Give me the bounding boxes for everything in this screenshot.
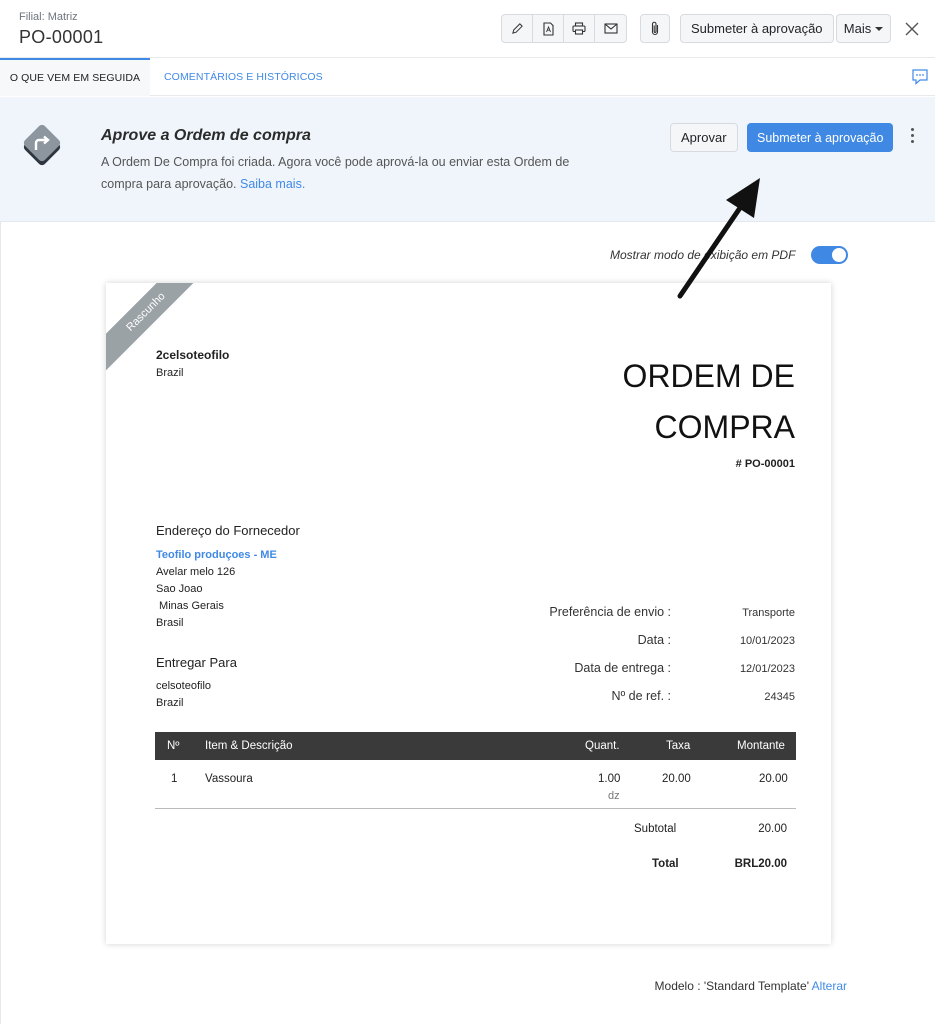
delivery-date-label: Data de entrega : [574,661,671,675]
next-step-banner: Aprove a Ordem de compra A Ordem De Comp… [0,97,935,222]
items-table-header: Nº Item & Descrição Quant. Taxa Montante [155,732,796,760]
attach-button[interactable] [640,14,670,43]
document-title: ORDEM DE COMPRA [555,351,795,453]
row-rate: 20.00 [662,773,691,785]
reference-value: 24345 [764,691,795,703]
deliver-address-line: Brazil [156,697,184,709]
panel-border [0,222,1,1024]
pdf-mode-toggle[interactable] [811,246,848,264]
header: Filial: Matriz PO-00001 Submeter à aprov… [0,0,935,58]
tab-bar: O QUE VEM EM SEGUIDA COMENTÁRIOS E HISTÓ… [0,58,935,96]
col-item-description: Item & Descrição [205,740,293,752]
more-label: Mais [843,21,872,36]
company-country: Brazil [156,367,184,379]
banner-description-text: A Ordem De Compra foi criada. Agora você… [101,155,570,191]
vendor-address-line: Avelar melo 126 [156,566,236,578]
branch-label: Filial: Matriz [19,11,78,23]
total-label: Total [652,858,679,870]
change-template-link[interactable]: Alterar [812,979,847,993]
pdf-button[interactable] [533,15,564,42]
tab-comments-history[interactable]: COMENTÁRIOS E HISTÓRICOS [164,58,323,96]
purchase-order-document: Rascunho 2celsoteofilo Brazil ORDEM DE C… [106,283,831,944]
template-info: Modelo : 'Standard Template' Alterar [655,979,847,993]
close-icon [905,22,919,36]
vendor-address-line: Brasil [156,617,184,629]
toggle-knob [832,248,846,262]
title-line-1: ORDEM DE [622,358,795,394]
title-line-2: COMPRA [654,409,795,445]
pdf-icon [542,21,554,36]
banner-title: Aprove a Ordem de compra [101,127,311,144]
delivery-date-value: 12/01/2023 [739,663,795,675]
row-divider [155,808,796,809]
approve-button[interactable]: Aprovar [670,123,738,152]
close-button[interactable] [901,18,923,40]
tab-next-steps[interactable]: O QUE VEM EM SEGUIDA [0,58,150,96]
email-button[interactable] [595,15,626,42]
edit-icon [511,23,523,34]
deliver-address-line: celsoteofilo [156,680,212,692]
submit-for-approval-button[interactable]: Submeter à aprovação [747,123,894,152]
row-quantity: 1.00 [598,773,621,785]
forward-arrow-icon [23,124,61,166]
document-id: PO-00001 [19,27,104,47]
date-label: Data : [637,633,671,647]
print-icon [572,22,586,35]
learn-more-link[interactable]: Saiba mais. [240,177,305,191]
vendor-heading: Endereço do Fornecedor [156,523,300,538]
row-unit: dz [608,790,620,802]
date-value: 10/01/2023 [739,635,795,647]
deliver-to-heading: Entregar Para [156,655,237,670]
submit-approval-button[interactable]: Submeter à aprovação [680,14,834,43]
banner-description: A Ordem De Compra foi criada. Agora você… [101,151,571,195]
col-quantity: Quant. [585,740,620,752]
email-icon [603,23,618,34]
comment-icon[interactable] [911,68,929,86]
vendor-address-line: Minas Gerais [156,600,224,612]
col-number: Nº [167,740,180,752]
company-name: 2celsoteofilo [156,348,230,362]
reference-label: Nº de ref. : [611,689,671,703]
subtotal-label: Subtotal [634,823,677,835]
row-amount: 20.00 [759,773,788,785]
shipping-preference-label: Preferência de envio : [549,605,671,619]
shipping-preference-value: Transporte [742,607,795,619]
row-item: Vassoura [205,773,253,785]
total-value: BRL20.00 [734,858,787,870]
template-name: Modelo : 'Standard Template' [654,979,809,993]
edit-button[interactable] [502,15,533,42]
vendor-address-line: Sao Joao [156,583,203,595]
print-button[interactable] [564,15,595,42]
document-number: # PO-00001 [735,458,795,470]
paperclip-icon [651,21,659,36]
col-amount: Montante [737,740,785,752]
more-dropdown[interactable]: Mais [836,14,891,43]
col-rate: Taxa [666,740,691,752]
annotation-arrow-icon [677,178,760,299]
row-number: 1 [171,773,178,785]
caret-down-icon [875,26,884,31]
toolbar-group [501,14,627,43]
subtotal-value: 20.00 [758,823,787,835]
vendor-name-link[interactable]: Teofilo produçoes - ME [156,549,277,561]
kebab-menu-icon[interactable] [906,128,918,148]
